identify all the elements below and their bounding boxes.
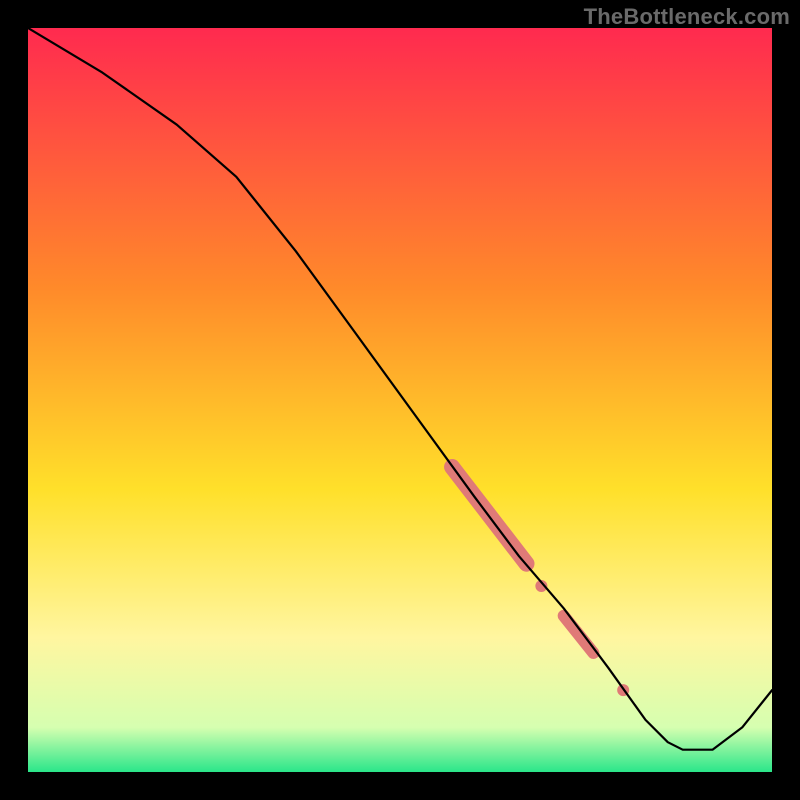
gradient-background <box>28 28 772 772</box>
watermark-text: TheBottleneck.com <box>584 4 790 30</box>
chart-frame: TheBottleneck.com <box>0 0 800 800</box>
chart-svg <box>28 28 772 772</box>
plot-area <box>28 28 772 772</box>
